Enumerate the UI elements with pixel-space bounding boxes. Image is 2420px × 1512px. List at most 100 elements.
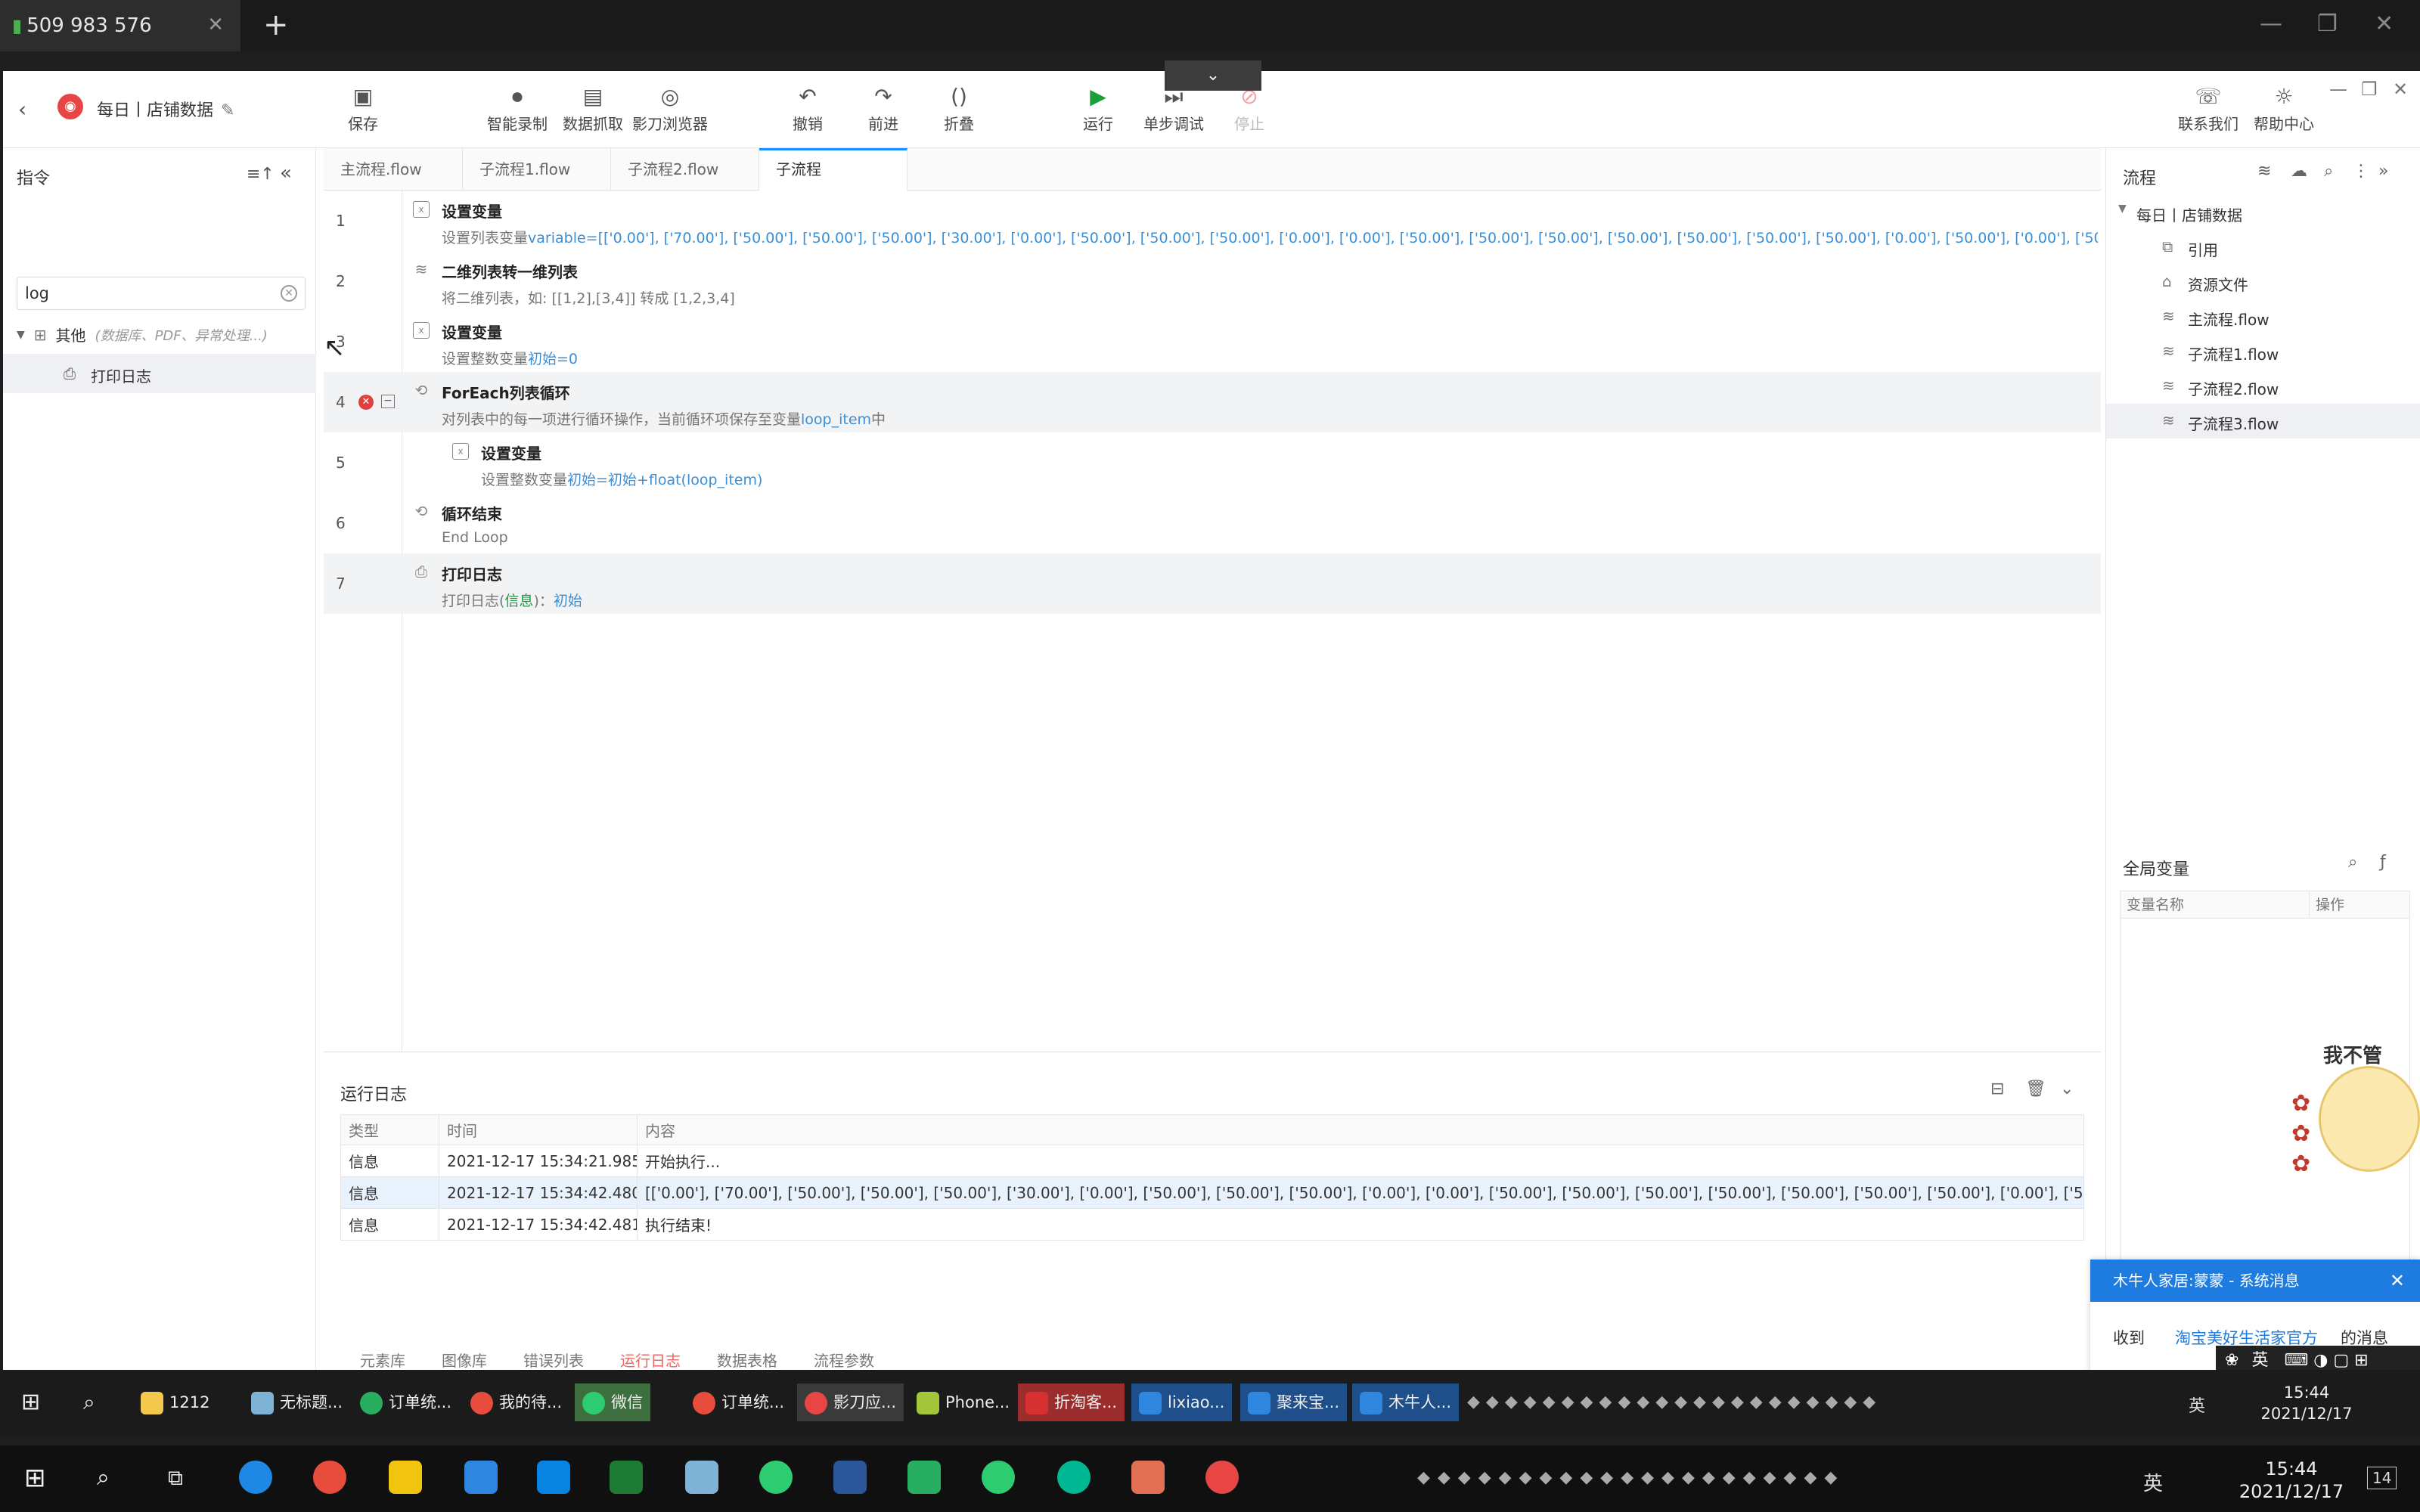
taskbar-app[interactable]: 我的待...	[463, 1383, 569, 1421]
pycharm-icon[interactable]	[908, 1461, 941, 1494]
tree-item[interactable]: ≋ 子流程1.flow	[2106, 334, 2420, 369]
notification-center-icon[interactable]: 14	[2367, 1467, 2397, 1489]
back-icon[interactable]: ‹	[18, 97, 26, 122]
collapse-log-icon[interactable]: ⌄	[2060, 1080, 2074, 1098]
command-print-log[interactable]: ⎙ 打印日志	[3, 354, 316, 393]
tree-item[interactable]: ≋ 子流程3.flow	[2106, 404, 2420, 438]
taskbar-app[interactable]: Phone...	[909, 1383, 1017, 1421]
new-session-button[interactable]: +	[263, 8, 289, 42]
statement-row[interactable]: 1 x 设置变量 设置列表变量variable=[['0.00'], ['70.…	[324, 191, 2101, 251]
tab-element-library[interactable]: 元素库	[360, 1349, 405, 1372]
smart-record-button[interactable]: ⏺ 智能录制	[487, 82, 548, 134]
statement-row[interactable]: 7 ⎙ 打印日志 打印日志(信息)：初始	[324, 553, 2101, 614]
tab-data-table[interactable]: 数据表格	[717, 1349, 777, 1372]
tree-item[interactable]: ⌂ 资源文件	[2106, 265, 2420, 299]
help-button[interactable]: ☼ 帮助中心	[2254, 82, 2314, 134]
taskbar-app[interactable]: 聚来宝...	[1240, 1383, 1348, 1421]
close-notification-icon[interactable]: ✕	[2390, 1259, 2405, 1302]
tray-icons[interactable]: ◆◆◆◆◆◆◆◆◆◆◆◆◆◆◆◆◆◆◆◆◆◆	[1467, 1393, 1882, 1411]
fold-toggle-icon[interactable]: −	[381, 395, 395, 408]
command-search-input[interactable]	[25, 282, 267, 305]
layers-add-icon[interactable]: ≋	[2257, 162, 2271, 181]
close-session-icon[interactable]: ✕	[207, 14, 224, 36]
app-restore-icon[interactable]: ❐	[2361, 79, 2378, 100]
category-other[interactable]: ▼ ⊞ 其他 (数据库、PDF、异常处理...)	[17, 324, 268, 345]
collapse-panel-icon[interactable]: «	[280, 162, 292, 184]
run-button[interactable]: ▶ 运行	[1083, 82, 1113, 134]
wechat-icon[interactable]	[982, 1461, 1015, 1494]
tree-root[interactable]: ▼ 每日丨店铺数据	[2106, 195, 2420, 230]
notification-link[interactable]: 淘宝美好生活家官方	[2175, 1329, 2318, 1347]
statement-row[interactable]: 6 ⟲ 循环结束 End Loop	[324, 493, 2101, 553]
yingdao-icon[interactable]	[1205, 1461, 1239, 1494]
edge-icon[interactable]	[239, 1461, 272, 1494]
sort-icon[interactable]: ≡↑	[247, 165, 275, 184]
tab-run-log[interactable]: 运行日志	[620, 1349, 681, 1372]
feishu-icon[interactable]	[464, 1461, 498, 1494]
taskbar-app[interactable]: 折淘客...	[1018, 1383, 1125, 1421]
minimize-log-icon[interactable]: ⊟	[1990, 1080, 2004, 1098]
expand-panel-icon[interactable]: »	[2378, 162, 2388, 181]
remote-session-tab[interactable]: ▮ 509 983 576 ✕	[0, 0, 240, 51]
table-row[interactable]: 信息 2021-12-17 15:34:42.480 [['0.00'], ['…	[340, 1176, 2084, 1209]
cloud-icon[interactable]: ☁	[2291, 162, 2307, 181]
minimize-icon[interactable]: —	[2260, 11, 2282, 37]
taskbar-app[interactable]: 订单统...	[685, 1383, 792, 1421]
statement-row[interactable]: 4 ✕ − ⟲ ForEach列表循环 对列表中的每一项进行循环操作，当前循环项…	[324, 372, 2101, 432]
tray-icons[interactable]: ◆◆◆◆◆◆◆◆◆◆◆◆◆◆◆◆◆◆◆◆◆	[1417, 1468, 1844, 1487]
tab-subflow-2[interactable]: 子流程2.flow	[611, 148, 759, 191]
search-icon[interactable]: ⌕	[89, 1459, 117, 1497]
tree-item[interactable]: ≋ 子流程2.flow	[2106, 369, 2420, 404]
fold-button[interactable]: () 折叠	[944, 82, 974, 134]
notes-icon[interactable]	[389, 1461, 422, 1494]
remote-app-icon[interactable]	[1131, 1461, 1165, 1494]
search-icon[interactable]: ⌕	[76, 1383, 103, 1421]
taskbar-app[interactable]: 订单统...	[352, 1383, 459, 1421]
clear-log-icon[interactable]: 🗑	[2025, 1080, 2046, 1098]
search-variable-icon[interactable]: ⌕	[2348, 853, 2357, 872]
taskbar-app[interactable]: 影刀应...	[797, 1383, 904, 1421]
contact-button[interactable]: ☏ 联系我们	[2178, 82, 2238, 134]
tray-lang[interactable]: 英	[2189, 1393, 2205, 1417]
add-variable-icon[interactable]: ƒ	[2380, 853, 2386, 872]
task-view-icon[interactable]: ⧉	[160, 1459, 191, 1497]
taskbar-app[interactable]: 微信	[575, 1383, 650, 1421]
taskbar-app[interactable]: 1212	[133, 1383, 217, 1421]
tree-item[interactable]: ≋ 主流程.flow	[2106, 299, 2420, 334]
word-icon[interactable]	[833, 1461, 867, 1494]
edit-icon[interactable]: ✎	[221, 101, 234, 120]
tab-error-list[interactable]: 错误列表	[523, 1349, 584, 1372]
app-minimize-icon[interactable]: —	[2329, 79, 2347, 100]
taskbar-app[interactable]: lixiao...	[1131, 1383, 1233, 1421]
restore-icon[interactable]: ❐	[2317, 11, 2338, 37]
save-button[interactable]: ▣ 保存	[348, 82, 378, 134]
todesk-icon[interactable]	[537, 1461, 570, 1494]
remote-dropdown-tab[interactable]: ⌄	[1165, 60, 1261, 91]
taskbar-app[interactable]: 木牛人...	[1352, 1383, 1460, 1421]
notepad-icon[interactable]	[685, 1461, 718, 1494]
clear-search-icon[interactable]: ✕	[281, 285, 297, 302]
tab-subflow-3[interactable]: 子流程3.flow✕	[759, 148, 908, 216]
tab-main-flow[interactable]: 主流程.flow	[324, 148, 463, 191]
tab-image-library[interactable]: 图像库	[442, 1349, 487, 1372]
wechat-work-icon[interactable]	[759, 1461, 793, 1494]
table-row[interactable]: 信息 2021-12-17 15:34:42.481 执行结束!	[340, 1208, 2084, 1241]
remote-clock[interactable]: 15:44 2021/12/17	[2246, 1382, 2367, 1424]
table-row[interactable]: 信息 2021-12-17 15:34:21.985 开始执行...	[340, 1145, 2084, 1177]
browser-button[interactable]: ◎ 影刀浏览器	[632, 82, 708, 134]
local-clock[interactable]: 15:44 2021/12/17	[2223, 1458, 2360, 1503]
tab-flow-params[interactable]: 流程参数	[814, 1349, 874, 1372]
search-app-icon[interactable]	[1057, 1461, 1091, 1494]
tree-item[interactable]: ⧉ 引用	[2106, 230, 2420, 265]
taskbar-app[interactable]: 无标题...	[244, 1383, 350, 1421]
excel-icon[interactable]	[610, 1461, 643, 1494]
tab-subflow-1[interactable]: 子流程1.flow	[463, 148, 611, 191]
start-icon[interactable]: ⊞	[17, 1459, 54, 1497]
chrome-icon[interactable]	[313, 1461, 346, 1494]
undo-button[interactable]: ↶ 撤销	[793, 82, 823, 134]
statement-row[interactable]: 2 ≋ 二维列表转一维列表 将二维列表，如: [[1,2],[3,4]] 转成 …	[324, 251, 2101, 311]
more-icon[interactable]: ⋮	[2353, 162, 2369, 181]
search-icon[interactable]: ⌕	[2324, 162, 2333, 181]
data-capture-button[interactable]: ▤ 数据抓取	[563, 82, 623, 134]
statement-row[interactable]: 5 x 设置变量 设置整数变量初始=初始+float(loop_item)	[324, 432, 2101, 493]
